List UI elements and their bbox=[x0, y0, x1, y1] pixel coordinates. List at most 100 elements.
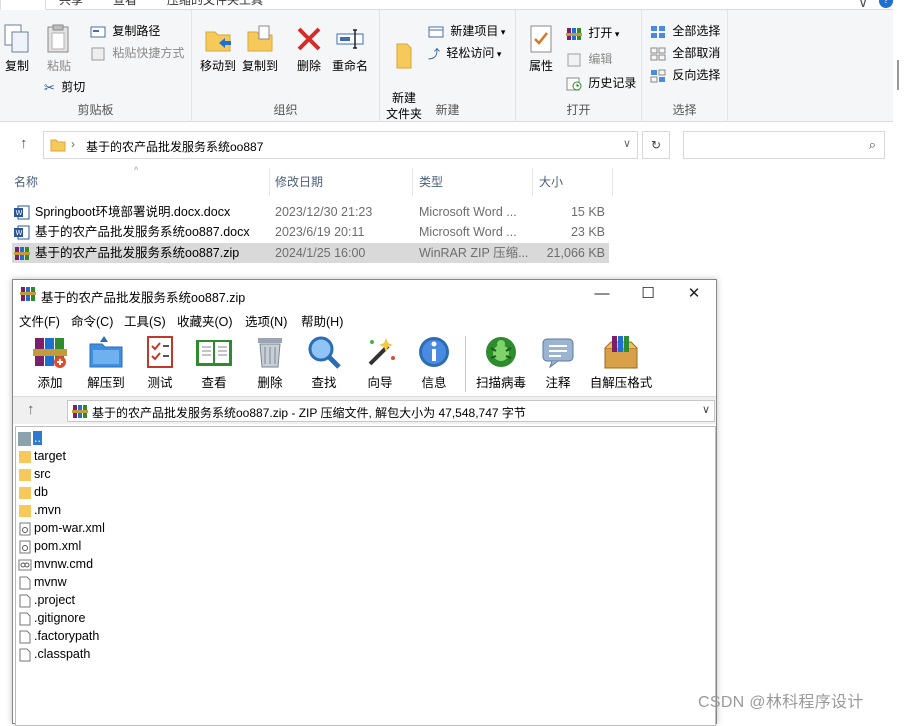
wizard-button[interactable]: 向导 bbox=[361, 334, 399, 391]
file-row[interactable]: W 基于的农产品批发服务系统oo887.docx 2023/6/19 20:11… bbox=[12, 222, 609, 242]
column-divider[interactable] bbox=[532, 168, 533, 196]
word-icon: W bbox=[14, 225, 30, 240]
breadcrumb-chevron-icon: › bbox=[71, 137, 75, 151]
list-item-name: src bbox=[34, 467, 51, 481]
list-item[interactable]: pom-war.xml bbox=[18, 519, 105, 537]
paste-button[interactable]: 粘贴 bbox=[44, 24, 74, 74]
find-button[interactable]: 查找 bbox=[305, 334, 343, 391]
menu-command[interactable]: 命令(C) bbox=[71, 311, 113, 330]
menu-tools[interactable]: 工具(S) bbox=[124, 311, 166, 330]
delete-label: 删除 bbox=[257, 376, 283, 390]
column-date[interactable]: 修改日期 bbox=[275, 172, 323, 194]
comment-button[interactable]: 注释 bbox=[539, 334, 577, 391]
test-button[interactable]: 测试 bbox=[141, 334, 179, 391]
winrar-icon bbox=[72, 405, 88, 418]
properties-button[interactable]: 属性 bbox=[524, 24, 558, 74]
right-edge-scrollbar[interactable] bbox=[893, 0, 905, 130]
file-row-selected[interactable]: 基于的农产品批发服务系统oo887.zip 2024/1/25 16:00 Wi… bbox=[12, 243, 609, 263]
search-box[interactable]: ⌕ bbox=[683, 131, 885, 159]
add-button[interactable]: 添加 bbox=[31, 334, 69, 391]
view-button[interactable]: 查看 bbox=[193, 334, 235, 391]
info-button[interactable]: 信息 bbox=[415, 334, 453, 391]
winrar-icon bbox=[14, 247, 30, 260]
list-item[interactable]: .classpath bbox=[18, 645, 90, 663]
refresh-button[interactable]: ↻ bbox=[642, 131, 670, 159]
copy-path-button[interactable]: 复制路径 bbox=[90, 22, 160, 40]
move-to-button[interactable]: 移动到 bbox=[198, 24, 238, 74]
edit-button[interactable]: 编辑 bbox=[566, 50, 612, 68]
folder-icon bbox=[50, 139, 66, 152]
open-button[interactable]: 打开 ▾ bbox=[566, 24, 619, 42]
column-divider[interactable] bbox=[412, 168, 413, 196]
list-item[interactable]: pom.xml bbox=[18, 537, 81, 555]
history-icon bbox=[566, 77, 582, 91]
virus-scan-button[interactable]: 扫描病毒 bbox=[473, 334, 529, 391]
list-item[interactable]: .project bbox=[18, 591, 75, 609]
column-divider[interactable] bbox=[269, 168, 270, 196]
tab-view[interactable]: 查看 bbox=[113, 0, 137, 10]
rename-button[interactable]: 重命名 bbox=[330, 24, 370, 74]
list-item-name: .classpath bbox=[34, 647, 91, 661]
list-item-name: mvnw bbox=[34, 575, 67, 589]
cut-button[interactable]: ✂ 剪切 bbox=[44, 78, 85, 96]
up-arrow-icon[interactable]: ↑ bbox=[20, 135, 28, 152]
select-none-button[interactable]: 全部取消 bbox=[650, 44, 720, 62]
close-button[interactable]: ✕ bbox=[671, 280, 717, 309]
list-item[interactable]: .gitignore bbox=[18, 609, 85, 627]
list-item[interactable]: src bbox=[18, 465, 51, 483]
invert-selection-button[interactable]: 反向选择 bbox=[650, 66, 720, 84]
path-dropdown-icon[interactable]: ∨ bbox=[702, 403, 710, 416]
list-item[interactable]: mvnw bbox=[18, 573, 67, 591]
archive-path-box[interactable]: 基于的农产品批发服务系统oo887.zip - ZIP 压缩文件, 解包大小为 … bbox=[67, 400, 715, 422]
sfx-button[interactable]: 自解压格式 bbox=[589, 334, 653, 391]
menu-file[interactable]: 文件(F) bbox=[19, 311, 60, 330]
column-size[interactable]: 大小 bbox=[539, 172, 563, 194]
address-bar[interactable]: › 基于的农产品批发服务系统oo887 ∨ bbox=[43, 131, 638, 159]
file-date: 2024/1/25 16:00 bbox=[275, 246, 366, 260]
menu-favorites[interactable]: 收藏夹(O) bbox=[177, 311, 233, 330]
refresh-icon: ↻ bbox=[650, 138, 662, 152]
history-button[interactable]: 历史记录 bbox=[566, 74, 636, 92]
column-type[interactable]: 类型 bbox=[419, 172, 443, 194]
paste-shortcut-button[interactable]: 粘贴快捷方式 bbox=[90, 44, 184, 62]
list-item[interactable]: target bbox=[18, 447, 66, 465]
menu-options[interactable]: 选项(N) bbox=[245, 311, 287, 330]
delete-archive-button[interactable]: 删除 bbox=[251, 334, 289, 391]
list-item[interactable]: .factorypath bbox=[18, 627, 99, 645]
delete-label: 删除 bbox=[296, 59, 321, 73]
winrar-titlebar[interactable]: 基于的农产品批发服务系统oo887.zip — ☐ ✕ bbox=[13, 280, 716, 309]
tab-home[interactable]: 主页 bbox=[0, 0, 46, 10]
file-date: 2023/6/19 20:11 bbox=[275, 225, 365, 239]
tab-share[interactable]: 共享 bbox=[59, 0, 83, 10]
extract-to-button[interactable]: 解压到 bbox=[85, 334, 127, 391]
column-name[interactable]: 名称 bbox=[14, 172, 38, 194]
copy-to-button[interactable]: 复制到 bbox=[240, 24, 280, 74]
menu-help[interactable]: 帮助(H) bbox=[301, 311, 343, 330]
file-row[interactable]: W Springboot环境部署说明.docx.docx 2023/12/30 … bbox=[12, 202, 609, 222]
file-type: Microsoft Word ... bbox=[419, 225, 517, 239]
column-divider[interactable] bbox=[612, 168, 613, 196]
file-icon bbox=[19, 630, 31, 644]
winrar-title: 基于的农产品批发服务系统oo887.zip bbox=[41, 291, 246, 305]
list-item[interactable]: db bbox=[18, 483, 48, 501]
delete-button[interactable]: 删除 bbox=[292, 24, 326, 74]
select-all-button[interactable]: 全部选择 bbox=[650, 22, 720, 40]
file-size: 21,066 KB bbox=[546, 246, 605, 260]
minimize-button[interactable]: — bbox=[579, 280, 625, 309]
list-item-up[interactable]: .. bbox=[18, 429, 42, 447]
list-item[interactable]: .mvn bbox=[18, 501, 61, 519]
copy-button[interactable]: 复制 bbox=[2, 24, 32, 74]
select-all-icon bbox=[651, 25, 665, 38]
easy-access-button[interactable]: ⤴ 轻松访问 ▾ bbox=[428, 44, 501, 62]
info-label: 信息 bbox=[421, 376, 447, 390]
copy-to-label: 复制到 bbox=[241, 59, 278, 73]
info-icon bbox=[419, 337, 449, 367]
up-arrow-icon[interactable]: ↑ bbox=[27, 401, 35, 418]
list-item[interactable]: mvnw.cmd bbox=[18, 555, 93, 573]
open-group: 属性 打开 ▾ 编辑 历史记录 打开 bbox=[516, 10, 642, 122]
address-dropdown-icon[interactable]: ∨ bbox=[623, 137, 631, 150]
tab-compressed-tools[interactable]: 压缩的文件夹工具 bbox=[167, 0, 263, 10]
file-size: 23 KB bbox=[570, 225, 605, 239]
new-item-button[interactable]: 新建项目 ▾ bbox=[428, 22, 505, 40]
maximize-button[interactable]: ☐ bbox=[625, 280, 671, 309]
